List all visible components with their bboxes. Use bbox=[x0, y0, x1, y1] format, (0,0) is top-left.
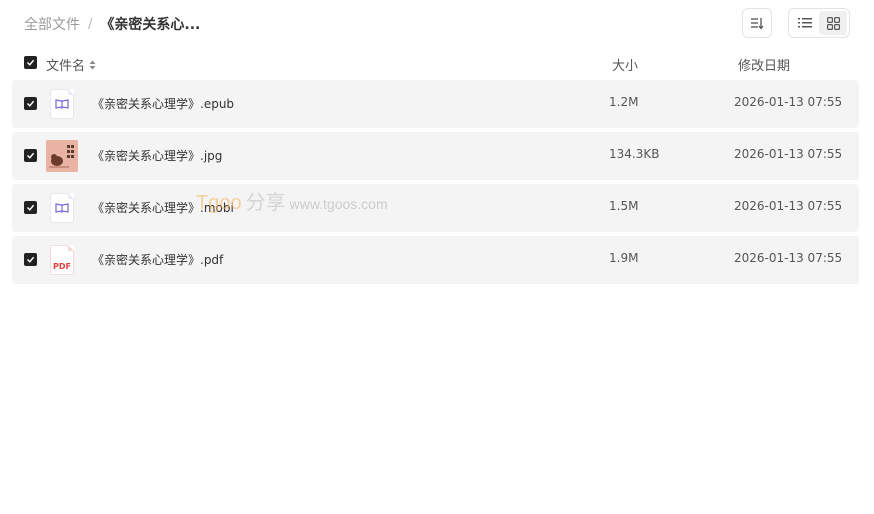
row-checkbox[interactable] bbox=[24, 201, 37, 214]
check-icon bbox=[26, 100, 35, 107]
check-icon bbox=[26, 204, 35, 211]
row-checkbox[interactable] bbox=[24, 149, 37, 162]
row-checkbox[interactable] bbox=[24, 97, 37, 110]
sort-toggle-icon bbox=[89, 60, 96, 69]
breadcrumb-separator: / bbox=[88, 16, 93, 32]
grid-view-icon bbox=[826, 16, 840, 30]
file-date: 2026-01-13 07:55 bbox=[734, 147, 843, 161]
list-view-button[interactable] bbox=[791, 11, 819, 35]
sort-button[interactable] bbox=[742, 8, 772, 38]
column-name-header[interactable]: 文件名 bbox=[46, 55, 96, 74]
file-size: 1.5M bbox=[609, 199, 639, 213]
column-name-label: 文件名 bbox=[46, 59, 86, 74]
pdf-icon: PDF bbox=[46, 244, 78, 276]
file-row[interactable]: 《亲密关系心理学》.epub 1.2M 2026-01-13 07:55 bbox=[12, 80, 859, 128]
sort-icon bbox=[751, 18, 764, 30]
file-name[interactable]: 《亲密关系心理学》.epub bbox=[92, 95, 234, 112]
check-icon bbox=[26, 256, 35, 263]
ebook-icon bbox=[46, 88, 78, 120]
view-toggle bbox=[788, 8, 850, 38]
breadcrumb-root[interactable]: 全部文件 bbox=[24, 14, 80, 34]
file-size: 134.3KB bbox=[609, 147, 660, 161]
ebook-icon bbox=[46, 192, 78, 224]
breadcrumb-current: 《亲密关系心... bbox=[100, 17, 201, 33]
file-size: 1.9M bbox=[609, 251, 639, 265]
file-list: 《亲密关系心理学》.epub 1.2M 2026-01-13 07:55 《亲密… bbox=[12, 80, 859, 288]
file-name[interactable]: 《亲密关系心理学》.jpg bbox=[92, 147, 222, 164]
file-row[interactable]: 《亲密关系心理学》.jpg 134.3KB 2026-01-13 07:55 bbox=[12, 132, 859, 180]
row-checkbox[interactable] bbox=[24, 253, 37, 266]
column-size-header[interactable]: 大小 bbox=[612, 55, 638, 74]
toolbar bbox=[742, 8, 850, 38]
list-view-icon bbox=[798, 18, 812, 28]
check-icon bbox=[26, 59, 35, 66]
file-row[interactable]: 《亲密关系心理学》.mobi 1.5M 2026-01-13 07:55 bbox=[12, 184, 859, 232]
breadcrumb: 全部文件 / 《亲密关系心... bbox=[24, 14, 200, 34]
image-thumbnail bbox=[46, 140, 78, 172]
pdf-icon-label: PDF bbox=[53, 262, 71, 271]
select-all-checkbox[interactable] bbox=[24, 56, 37, 69]
grid-view-button[interactable] bbox=[819, 11, 847, 35]
file-name[interactable]: 《亲密关系心理学》.pdf bbox=[92, 251, 223, 268]
check-icon bbox=[26, 152, 35, 159]
file-date: 2026-01-13 07:55 bbox=[734, 199, 843, 213]
file-name[interactable]: 《亲密关系心理学》.mobi bbox=[92, 199, 234, 216]
column-date-header[interactable]: 修改日期 bbox=[738, 55, 790, 74]
file-list-header: 文件名 大小 修改日期 bbox=[24, 54, 850, 74]
file-size: 1.2M bbox=[609, 95, 639, 109]
file-row[interactable]: PDF 《亲密关系心理学》.pdf 1.9M 2026-01-13 07:55 bbox=[12, 236, 859, 284]
file-date: 2026-01-13 07:55 bbox=[734, 95, 843, 109]
file-date: 2026-01-13 07:55 bbox=[734, 251, 843, 265]
